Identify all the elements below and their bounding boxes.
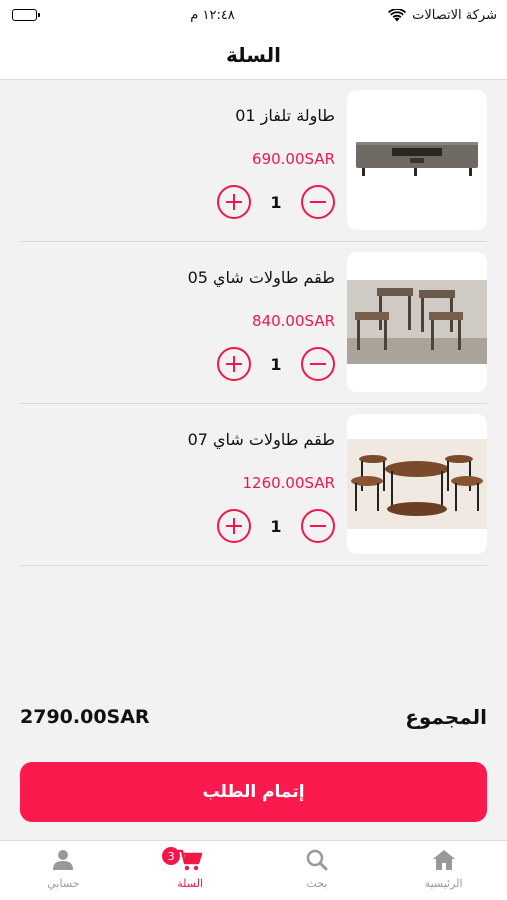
status-time: ١٢:٤٨ م	[190, 7, 235, 23]
round-tables-image	[347, 439, 487, 529]
tab-account[interactable]: حسابي	[0, 841, 127, 900]
decrease-quantity-button[interactable]	[301, 347, 335, 381]
status-carrier-group: شركة الاتصالات	[388, 8, 497, 23]
home-icon	[432, 850, 455, 870]
product-image-tea-tables-set[interactable]	[347, 252, 487, 392]
total-amount: 2790.00SAR	[20, 706, 150, 728]
tab-label: بحث	[306, 877, 328, 890]
cart-item: طقم طاولات شاي 07 1260.00SAR 1	[20, 404, 487, 566]
person-icon	[53, 850, 74, 870]
product-price: 840.00SAR	[252, 312, 335, 330]
cart-count-badge: 3	[162, 847, 181, 865]
total-label: المجموع	[405, 705, 487, 729]
wifi-icon	[388, 8, 407, 21]
tab-label: السلة	[177, 877, 203, 890]
search-icon	[306, 849, 328, 871]
quantity-stepper: 1	[217, 509, 335, 543]
increase-quantity-button[interactable]	[217, 185, 251, 219]
total-row: 2790.00SAR المجموع	[20, 705, 487, 729]
decrease-quantity-button[interactable]	[301, 185, 335, 219]
carrier-name: شركة الاتصالات	[412, 7, 497, 23]
decrease-quantity-button[interactable]	[301, 509, 335, 543]
page-title: السلة	[225, 42, 281, 67]
product-title: طقم طاولات شاي 07	[187, 430, 335, 449]
battery-icon	[12, 9, 40, 21]
status-bar: ١٢:٤٨ م شركة الاتصالات	[0, 0, 507, 30]
quantity-stepper: 1	[217, 347, 335, 381]
cart-item: طقم طاولات شاي 05 840.00SAR 1	[20, 242, 487, 404]
tab-bar: حسابي 3 السلة بحث الرئيسية	[0, 840, 507, 900]
checkout-button[interactable]: إتمام الطلب	[20, 762, 487, 822]
quantity-value: 1	[270, 192, 282, 212]
product-price: 690.00SAR	[252, 150, 335, 168]
cart-icon	[178, 849, 203, 871]
tab-label: حسابي	[47, 877, 80, 890]
quantity-value: 1	[270, 516, 282, 536]
increase-quantity-button[interactable]	[217, 347, 251, 381]
tea-tables-image	[347, 280, 487, 364]
quantity-stepper: 1	[217, 185, 335, 219]
tab-label: الرئيسية	[424, 877, 463, 890]
tab-home[interactable]: الرئيسية	[380, 841, 507, 900]
product-title: طاولة تلفاز 01	[235, 106, 335, 125]
product-image-tv-table[interactable]	[347, 90, 487, 230]
tv-table-image	[356, 142, 478, 176]
quantity-value: 1	[270, 354, 282, 374]
tab-search[interactable]: بحث	[254, 841, 381, 900]
cart-list: طاولة تلفاز 01 690.00SAR 1 طقم طاولات شا…	[0, 80, 507, 566]
cart-item: طاولة تلفاز 01 690.00SAR 1	[20, 80, 487, 242]
tab-cart[interactable]: 3 السلة	[127, 841, 254, 900]
product-price: 1260.00SAR	[242, 474, 335, 492]
page-header: السلة	[0, 30, 507, 80]
increase-quantity-button[interactable]	[217, 509, 251, 543]
product-title: طقم طاولات شاي 05	[187, 268, 335, 287]
product-image-round-tea-tables[interactable]	[347, 414, 487, 554]
